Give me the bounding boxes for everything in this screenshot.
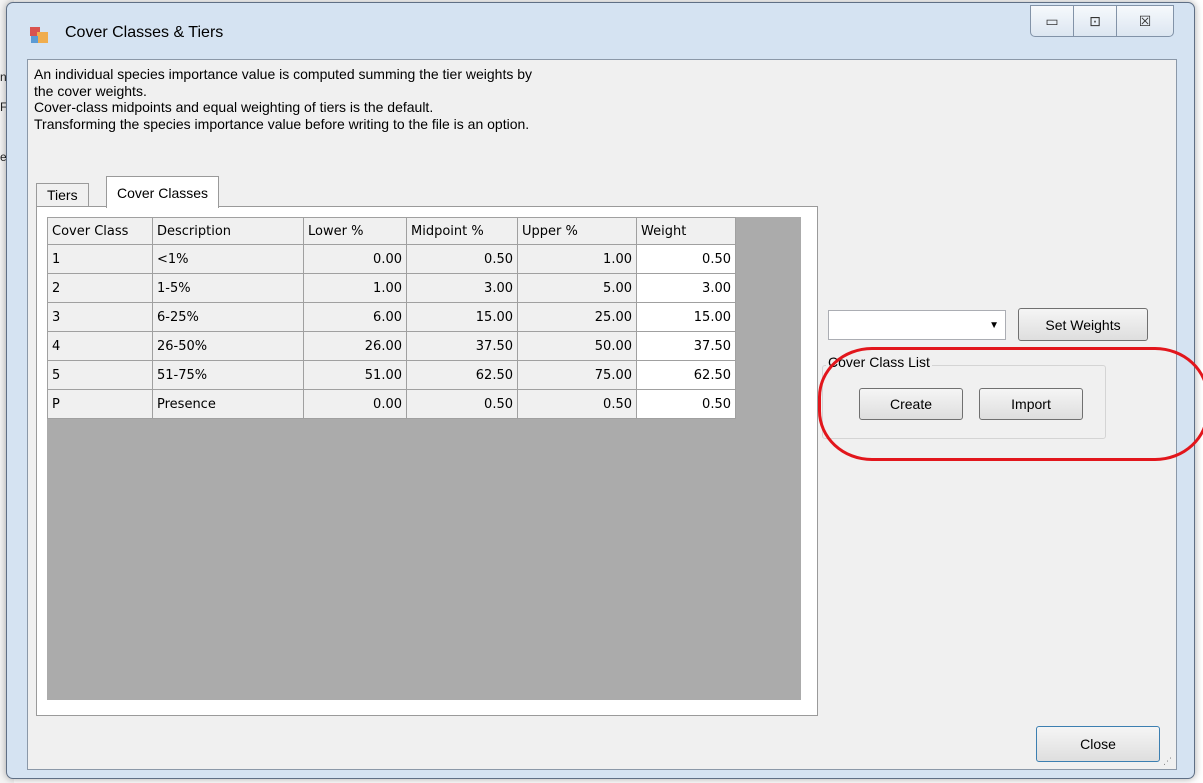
description-line: Transforming the species importance valu… [34,115,530,132]
column-header[interactable]: Lower % [303,217,407,245]
weights-dropdown[interactable]: ▼ [828,310,1006,340]
table-cell[interactable]: 4 [47,331,153,361]
table-cell[interactable]: 0.50 [406,244,518,274]
cover-class-grid[interactable]: Cover Class Description Lower % Midpoint… [47,217,801,700]
table-header-row: Cover Class Description Lower % Midpoint… [47,217,736,245]
table-cell[interactable]: P [47,389,153,419]
resize-grip-icon[interactable]: ⋰ [1163,756,1172,767]
minimize-icon: ▭ [1045,12,1059,29]
dialog-window: Cover Classes & Tiers ▭ ⊡ ☒ An individua… [6,2,1203,779]
column-header[interactable]: Weight [636,217,736,245]
description-line: the cover weights. [34,82,147,99]
table-row: 4 26-50% 26.00 37.50 50.00 37.50 [47,331,736,361]
weight-cell[interactable]: 0.50 [636,389,736,419]
weight-cell[interactable]: 0.50 [636,244,736,274]
table-cell[interactable]: 6-25% [152,302,304,332]
table-cell[interactable]: 3.00 [406,273,518,303]
dropdown-arrow-icon: ▼ [989,320,999,331]
table-cell[interactable]: 2 [47,273,153,303]
column-header[interactable]: Description [152,217,304,245]
table-row: 2 1-5% 1.00 3.00 5.00 3.00 [47,273,736,303]
cover-classes-panel: Cover Class Description Lower % Midpoint… [36,206,818,716]
table-cell[interactable]: 26.00 [303,331,407,361]
import-button[interactable]: Import [979,388,1083,420]
table-cell[interactable]: 51-75% [152,360,304,390]
column-header[interactable]: Upper % [517,217,637,245]
column-header[interactable]: Midpoint % [406,217,518,245]
weight-cell[interactable]: 15.00 [636,302,736,332]
table-row: 5 51-75% 51.00 62.50 75.00 62.50 [47,360,736,390]
tab-label: Cover Classes [117,184,209,201]
table-cell[interactable]: 62.50 [406,360,518,390]
maximize-icon: ⊡ [1089,12,1101,29]
window-title: Cover Classes & Tiers [65,24,224,41]
table-cell[interactable]: 0.00 [303,244,407,274]
table-cell[interactable]: 1 [47,244,153,274]
table-cell[interactable]: 0.00 [303,389,407,419]
close-window-button[interactable]: ☒ [1117,5,1174,37]
table-cell[interactable]: 1.00 [303,273,407,303]
table-cell[interactable]: 26-50% [152,331,304,361]
tab-tiers[interactable]: Tiers [36,183,89,206]
button-label: Import [1011,396,1051,412]
set-weights-button[interactable]: Set Weights [1018,308,1148,341]
minimize-button[interactable]: ▭ [1030,5,1074,37]
table-row: 3 6-25% 6.00 15.00 25.00 15.00 [47,302,736,332]
table-cell[interactable]: 75.00 [517,360,637,390]
table-cell[interactable]: 6.00 [303,302,407,332]
window-controls: ▭ ⊡ ☒ [1030,5,1174,37]
description-line: Cover-class midpoints and equal weightin… [34,99,434,115]
app-icon [30,27,48,43]
weight-cell[interactable]: 37.50 [636,331,736,361]
button-label: Create [889,396,933,412]
table-cell[interactable]: 1.00 [517,244,637,274]
table-cell[interactable]: <1% [152,244,304,274]
table-cell[interactable]: 50.00 [517,331,637,361]
table-row: 1 <1% 0.00 0.50 1.00 0.50 [47,244,736,274]
description-text: An individual species importance value i… [34,66,532,132]
table-row: P Presence 0.00 0.50 0.50 0.50 [47,389,736,419]
close-button[interactable]: Close [1036,726,1160,762]
column-header[interactable]: Cover Class [47,217,153,245]
tab-label: Tiers [47,187,78,203]
tab-cover-classes[interactable]: Cover Classes [106,176,220,208]
create-button[interactable]: Create [859,388,963,420]
button-label: Set Weights [1045,316,1121,333]
table-cell[interactable]: Presence [152,389,304,419]
weight-cell[interactable]: 3.00 [636,273,736,303]
table-cell[interactable]: 51.00 [303,360,407,390]
weight-cell[interactable]: 62.50 [636,360,736,390]
table-cell[interactable]: 0.50 [517,389,637,419]
table-cell[interactable]: 25.00 [517,302,637,332]
table-cell[interactable]: 5 [47,360,153,390]
table-cell[interactable]: 5.00 [517,273,637,303]
dialog-body: An individual species importance value i… [27,59,1203,770]
table-cell[interactable]: 1-5% [152,273,304,303]
title-bar[interactable]: Cover Classes & Tiers ▭ ⊡ ☒ [7,3,1194,61]
table-cell[interactable]: 0.50 [406,389,518,419]
table-cell[interactable]: 3 [47,302,153,332]
cover-class-table: Cover Class Description Lower % Midpoint… [47,217,736,419]
close-icon: ☒ [1138,12,1152,29]
button-label: Close [1080,736,1116,752]
maximize-button[interactable]: ⊡ [1074,5,1117,37]
table-cell[interactable]: 37.50 [406,331,518,361]
description-line: An individual species importance value i… [34,66,533,82]
table-cell[interactable]: 15.00 [406,302,518,332]
group-label: Cover Class List [826,354,932,370]
